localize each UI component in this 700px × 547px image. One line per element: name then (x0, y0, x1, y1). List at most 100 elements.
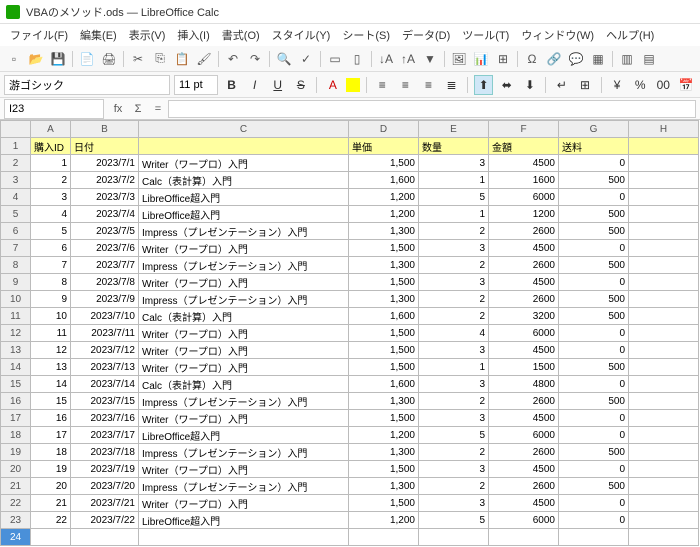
cell[interactable]: 3 (419, 240, 489, 257)
hyperlink-icon[interactable]: 🔗 (544, 49, 564, 69)
cell[interactable]: 500 (559, 291, 629, 308)
new-icon[interactable]: ▫ (4, 49, 24, 69)
spellcheck-icon[interactable]: ✓ (296, 49, 316, 69)
cell[interactable]: Calc（表計算）入門 (139, 308, 349, 325)
cell[interactable]: 1,300 (349, 444, 419, 461)
cell[interactable]: 1,200 (349, 189, 419, 206)
cell[interactable]: 2023/7/4 (71, 206, 139, 223)
col-header-F[interactable]: F (489, 121, 559, 138)
cell[interactable]: 18 (31, 444, 71, 461)
cell[interactable]: 500 (559, 393, 629, 410)
row-header[interactable]: 23 (1, 512, 31, 529)
cell[interactable]: 4500 (489, 410, 559, 427)
cell[interactable]: 8 (31, 274, 71, 291)
col-header-B[interactable]: B (71, 121, 139, 138)
col-header-G[interactable]: G (559, 121, 629, 138)
cell[interactable]: 2023/7/18 (71, 444, 139, 461)
row-header[interactable]: 14 (1, 359, 31, 376)
cell[interactable]: 16 (31, 410, 71, 427)
cell[interactable]: 3 (419, 274, 489, 291)
cell[interactable]: Calc（表計算）入門 (139, 172, 349, 189)
image-icon[interactable]: 🖼 (449, 49, 469, 69)
header-cell[interactable]: 単価 (349, 138, 419, 155)
cell[interactable]: Impress（プレゼンテーション）入門 (139, 223, 349, 240)
menu-item[interactable]: シート(S) (336, 25, 396, 45)
col-header-E[interactable]: E (419, 121, 489, 138)
header-cell[interactable]: 金額 (489, 138, 559, 155)
cell[interactable]: 2600 (489, 444, 559, 461)
row-header[interactable]: 2 (1, 155, 31, 172)
bold-button[interactable]: B (222, 75, 241, 95)
menu-item[interactable]: スタイル(Y) (266, 25, 337, 45)
cell[interactable]: 2 (419, 393, 489, 410)
cell[interactable]: 1,500 (349, 410, 419, 427)
cell[interactable]: 19 (31, 461, 71, 478)
row-header[interactable]: 8 (1, 257, 31, 274)
cell[interactable]: 2023/7/9 (71, 291, 139, 308)
cell[interactable]: 3200 (489, 308, 559, 325)
menu-item[interactable]: ヘルプ(H) (600, 25, 660, 45)
cell[interactable]: 0 (559, 240, 629, 257)
col-header-A[interactable]: A (31, 121, 71, 138)
cell[interactable]: 500 (559, 359, 629, 376)
freeze-icon[interactable]: ▥ (617, 49, 637, 69)
cell[interactable] (629, 155, 699, 172)
cell[interactable]: 3 (419, 342, 489, 359)
cell[interactable]: 2 (419, 308, 489, 325)
cell[interactable]: 1,500 (349, 325, 419, 342)
redo-icon[interactable]: ↷ (245, 49, 265, 69)
cell[interactable]: 1,200 (349, 206, 419, 223)
header-cell[interactable]: 日付 (71, 138, 139, 155)
font-color-icon[interactable]: A (323, 75, 342, 95)
cell[interactable]: 2023/7/1 (71, 155, 139, 172)
cell[interactable] (559, 529, 629, 546)
strikethrough-button[interactable]: S (291, 75, 310, 95)
italic-button[interactable]: I (245, 75, 264, 95)
row-icon[interactable]: ▭ (325, 49, 345, 69)
cell[interactable]: 4500 (489, 342, 559, 359)
cell[interactable]: 0 (559, 325, 629, 342)
cell[interactable]: 0 (559, 495, 629, 512)
row-header[interactable]: 6 (1, 223, 31, 240)
cell[interactable]: 1,300 (349, 478, 419, 495)
align-left-icon[interactable]: ≡ (373, 75, 392, 95)
sort-desc-icon[interactable]: ↑A (398, 49, 418, 69)
cell[interactable]: 2 (419, 444, 489, 461)
cell[interactable]: 1,500 (349, 274, 419, 291)
align-justify-icon[interactable]: ≣ (442, 75, 461, 95)
header-cell[interactable]: 購入ID (31, 138, 71, 155)
cell[interactable]: Writer（ワープロ）入門 (139, 240, 349, 257)
cell[interactable]: 3 (419, 376, 489, 393)
cell[interactable]: 20 (31, 478, 71, 495)
percent-icon[interactable]: % (631, 75, 650, 95)
cell[interactable]: 500 (559, 257, 629, 274)
cell[interactable]: 4500 (489, 155, 559, 172)
cell[interactable]: 10 (31, 308, 71, 325)
clone-format-icon[interactable]: 🖌 (194, 49, 214, 69)
cell[interactable]: 0 (559, 274, 629, 291)
cell[interactable] (629, 359, 699, 376)
undo-icon[interactable]: ↶ (223, 49, 243, 69)
cell[interactable] (629, 427, 699, 444)
cell[interactable]: 2600 (489, 291, 559, 308)
cell[interactable]: 1,500 (349, 461, 419, 478)
cell-reference-input[interactable] (4, 99, 104, 119)
cell[interactable]: 2023/7/12 (71, 342, 139, 359)
cell[interactable]: Writer（ワープロ）入門 (139, 155, 349, 172)
highlight-color-icon[interactable] (346, 78, 359, 92)
cell[interactable]: Writer（ワープロ）入門 (139, 461, 349, 478)
cell[interactable]: 22 (31, 512, 71, 529)
cell[interactable]: 7 (31, 257, 71, 274)
cell[interactable]: 1,500 (349, 240, 419, 257)
cell[interactable]: 1,200 (349, 512, 419, 529)
copy-icon[interactable]: ⎘ (150, 49, 170, 69)
column-icon[interactable]: ▯ (347, 49, 367, 69)
cell[interactable] (71, 529, 139, 546)
cell[interactable] (349, 529, 419, 546)
cell[interactable]: 3 (419, 155, 489, 172)
cell[interactable] (629, 223, 699, 240)
cell[interactable]: 2023/7/14 (71, 376, 139, 393)
print-icon[interactable]: 🖨 (99, 49, 119, 69)
row-header[interactable]: 15 (1, 376, 31, 393)
cell[interactable]: 2023/7/15 (71, 393, 139, 410)
